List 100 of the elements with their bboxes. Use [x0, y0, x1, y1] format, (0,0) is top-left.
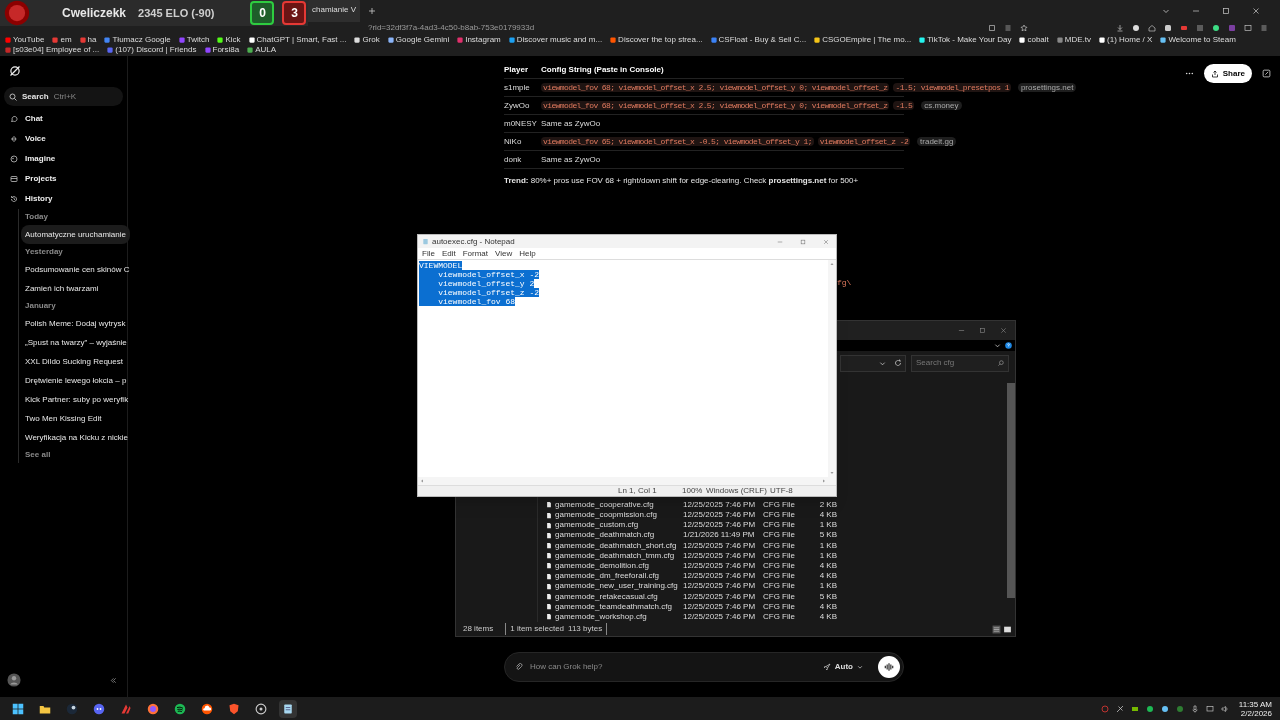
extension-icon[interactable] — [1132, 24, 1140, 32]
bookmark-link[interactable]: Kick — [217, 35, 241, 45]
bookmark-link[interactable]: Twitch — [178, 35, 210, 45]
file-row[interactable]: gamemode_new_user_training.cfg 12/25/2025 7:46 PM CFG File 1 KB — [546, 581, 1007, 592]
music-icon[interactable] — [174, 702, 186, 715]
home-icon[interactable] — [1148, 24, 1156, 32]
bookmark-link[interactable]: Google Gemini — [387, 35, 450, 45]
app-icon[interactable] — [255, 702, 267, 715]
search-field[interactable]: Search cfg — [911, 354, 1009, 372]
bookmark-link[interactable]: (1) Home / X — [1099, 35, 1153, 45]
clock-time[interactable]: 11:35 AM — [1238, 699, 1272, 709]
file-row[interactable]: gamemode_workshop.cfg 12/25/2025 7:46 PM CFG File 4 KB — [546, 611, 1007, 622]
bookmark-link[interactable]: Discover music and m... — [508, 35, 603, 45]
menu-item[interactable]: Format — [462, 247, 489, 260]
bookmark-link[interactable]: Welcome to Steam — [1160, 35, 1236, 45]
address-field[interactable] — [840, 354, 906, 372]
conversation-link[interactable]: Kick Partner: suby po weryfik — [21, 390, 133, 409]
star-icon[interactable] — [1020, 24, 1028, 32]
conversation-link[interactable]: „Spust na twarzy” – wyjaśnie — [21, 333, 131, 352]
extension-icon[interactable] — [1212, 24, 1220, 32]
browser-tab[interactable]: chamianie V — [308, 0, 361, 22]
see-all-link[interactable]: See all — [25, 449, 51, 461]
file-row[interactable]: gamemode_dm_freeforall.cfg 12/25/2025 7:46 PM CFG File 4 KB — [546, 571, 1007, 582]
speaker-icon[interactable] — [1220, 704, 1229, 713]
maximize-icon[interactable] — [979, 327, 986, 334]
file-row[interactable]: gamemode_custom.cfg 12/25/2025 7:46 PM CFG File 1 KB — [546, 520, 1007, 531]
bookmark-link[interactable]: Discover the top strea... — [610, 35, 703, 45]
file-row[interactable]: gamemode_retakecasual.cfg 12/25/2025 7:46 PM CFG File 5 KB — [546, 591, 1007, 602]
bookmark-link[interactable]: Tłumacz Google — [104, 35, 171, 45]
new-tab-icon[interactable] — [368, 7, 377, 15]
notepad-icon[interactable] — [282, 702, 294, 715]
share-button[interactable]: Share — [1203, 64, 1252, 83]
start-icon[interactable] — [12, 702, 24, 715]
collapse-icon[interactable] — [110, 676, 117, 684]
microphone-icon[interactable] — [1190, 704, 1199, 713]
help-icon[interactable] — [1005, 342, 1012, 349]
bookmark-link[interactable]: em — [52, 35, 72, 45]
monitor-icon[interactable] — [1205, 704, 1214, 713]
bookmark-link[interactable]: YouTube — [5, 35, 45, 45]
file-row[interactable]: gamemode_deathmatch_short.cfg 12/25/2025 7:46 PM CFG File 1 KB — [546, 540, 1007, 551]
chat-app-icon[interactable] — [93, 702, 105, 715]
menu-item[interactable]: Help — [519, 247, 536, 260]
bookmark-link[interactable]: TikTok - Make Your Day — [919, 35, 1012, 45]
voice-button[interactable] — [878, 656, 900, 678]
menu-icon[interactable] — [1260, 24, 1268, 32]
app-icon[interactable] — [66, 702, 78, 715]
message-field[interactable]: How can Grok help? Auto — [504, 652, 904, 682]
bookmark-link[interactable]: ha — [79, 35, 97, 45]
chevron-down-icon[interactable] — [994, 342, 1001, 349]
bookmark-link[interactable]: CSGOEmpire | The mo... — [814, 35, 912, 45]
file-row[interactable]: gamemode_deathmatch_tmm.cfg 12/25/2025 7:46 PM CFG File 1 KB — [546, 550, 1007, 561]
scrollbar[interactable] — [828, 260, 836, 477]
nav-item[interactable]: Projects — [4, 169, 123, 189]
close-icon[interactable] — [1000, 327, 1007, 334]
bookmark-link[interactable]: Forsi8a — [204, 45, 240, 55]
conversation-link[interactable]: Two Men Kissing Edit — [21, 409, 123, 428]
bookmark-link[interactable]: Grok — [354, 35, 380, 45]
grok-logo-icon[interactable] — [9, 65, 21, 77]
nav-item[interactable]: Chat — [4, 109, 123, 129]
source-link[interactable]: prosettings.net — [1017, 83, 1077, 92]
chevron-down-icon[interactable] — [1162, 7, 1170, 15]
download-icon[interactable] — [1116, 24, 1124, 32]
conversation-link[interactable]: Polish Meme: Dodaj wytrysk — [21, 314, 130, 333]
music-icon[interactable] — [1145, 704, 1154, 713]
conversation-link[interactable]: XXL Dildo Sucking Request — [21, 352, 127, 371]
file-row[interactable]: gamemode_deathmatch.cfg 1/21/2026 11:49 PM CFG File 5 KB — [546, 530, 1007, 541]
conversation-link[interactable]: Drętwienie lewego łokcia – p — [21, 371, 131, 390]
clock-date[interactable]: 2/2/2026 — [1240, 708, 1272, 718]
scrollbar[interactable] — [418, 477, 836, 485]
conversation-link[interactable]: Zamień ich twarzami — [21, 279, 123, 298]
file-row[interactable]: gamemode_demolition.cfg 12/25/2025 7:46 PM CFG File 4 KB — [546, 560, 1007, 572]
conversation-link[interactable]: Automatyczne uruchamianie — [21, 225, 130, 244]
bookmark-link[interactable]: ChatGPT | Smart, Fast ... — [248, 35, 347, 45]
sidebar-icon[interactable] — [1244, 24, 1252, 32]
bookmark-link[interactable]: Instagram — [457, 35, 501, 45]
menu-item[interactable]: View — [495, 247, 513, 260]
browser-icon[interactable] — [147, 702, 159, 715]
avatar-icon[interactable] — [7, 673, 21, 687]
search-field[interactable]: Search Ctrl+K — [4, 87, 123, 106]
bookmark-link[interactable]: AULA — [247, 45, 277, 55]
shield-icon[interactable] — [228, 702, 240, 715]
edit-icon[interactable] — [1262, 69, 1271, 78]
details-view-icon[interactable] — [992, 624, 1001, 634]
nav-item[interactable]: History — [4, 189, 123, 209]
cloud-icon[interactable] — [201, 702, 213, 715]
bookmark-link[interactable]: CSFloat - Buy & Sell C... — [710, 35, 807, 45]
scrollbar[interactable] — [1007, 383, 1015, 598]
file-row[interactable]: gamemode_teamdeathmatch.cfg 12/25/2025 7:46 PM CFG File 4 KB — [546, 601, 1007, 612]
menu-item[interactable]: Edit — [441, 247, 456, 260]
maximize-icon[interactable] — [800, 238, 806, 245]
bookmark-link[interactable]: (107) Discord | Friends — [107, 45, 197, 55]
source-link[interactable]: cs.money — [921, 101, 962, 110]
conversation-link[interactable]: Podsumowanie cen skinów C — [21, 260, 134, 279]
minimize-icon[interactable] — [1192, 7, 1200, 15]
profile-icon[interactable] — [1228, 24, 1236, 32]
nav-item[interactable]: Voice — [4, 129, 123, 149]
address-bar-url[interactable]: ?rid=32df3f7a-4ad3-4c50-b8ab-753e0179933d — [368, 22, 535, 34]
file-row[interactable]: gamemode_cooperative.cfg 12/25/2025 7:46 PM CFG File 2 KB — [546, 499, 1007, 510]
conversation-link[interactable]: Weryfikacja na Kicku z nickie — [21, 428, 132, 447]
nav-item[interactable]: Imagine — [4, 149, 123, 169]
